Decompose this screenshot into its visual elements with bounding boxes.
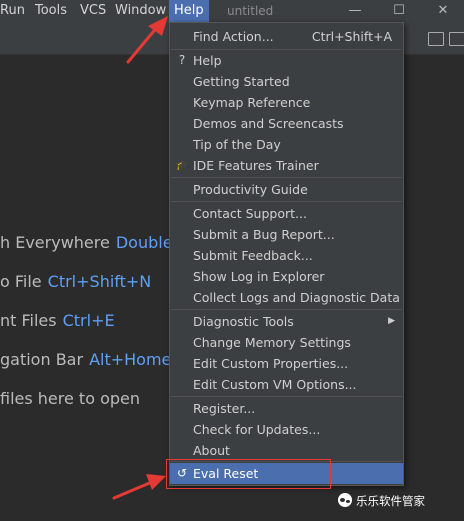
- menu-item-label: Productivity Guide: [193, 182, 308, 197]
- menu-item-label: Find Action...: [193, 29, 274, 44]
- question-icon: ?: [178, 53, 186, 67]
- maximize-button[interactable]: ☐: [389, 0, 409, 22]
- hint-label: o File: [0, 272, 42, 291]
- menu-item-label: Help: [193, 53, 222, 68]
- submenu-arrow-icon: ▶: [388, 316, 395, 326]
- menu-item-label: Check for Updates...: [193, 422, 321, 437]
- hint-label: nt Files: [0, 311, 57, 330]
- hint-search-everywhere: h Everywhere Double: [0, 233, 173, 252]
- menu-item-label: Contact Support...: [193, 206, 307, 221]
- menu-item-label: Change Memory Settings: [193, 335, 351, 350]
- menu-item-diagnostic-tools[interactable]: Diagnostic Tools ▶: [170, 311, 403, 332]
- menu-item-label: Submit a Bug Report...: [193, 227, 335, 242]
- minimize-button[interactable]: —: [345, 0, 365, 22]
- menu-item-show-log[interactable]: Show Log in Explorer: [170, 266, 403, 287]
- menu-item-find-action[interactable]: Find Action... Ctrl+Shift+A: [170, 26, 403, 47]
- annotation-highlight-box: [166, 459, 331, 489]
- watermark-text: 乐乐软件管家: [356, 494, 425, 508]
- menu-item-label: Register...: [193, 401, 256, 416]
- close-button[interactable]: ✕: [433, 0, 453, 22]
- menu-item-label: Tip of the Day: [193, 137, 281, 152]
- menu-item-help[interactable]: ? Help: [170, 50, 403, 71]
- menu-bar: Run Tools VCS Window Help untitled — ☐ ✕: [0, 0, 464, 22]
- menu-item-label: Edit Custom Properties...: [193, 356, 349, 371]
- menu-vcs[interactable]: VCS: [80, 0, 106, 22]
- menu-item-label: Show Log in Explorer: [193, 269, 325, 284]
- menu-item-register[interactable]: Register...: [170, 398, 403, 419]
- hint-recent-files: nt Files Ctrl+E: [0, 311, 115, 330]
- menu-item-label: About: [193, 443, 230, 458]
- menu-item-label: Demos and Screencasts: [193, 116, 344, 131]
- hint-shortcut: Double: [115, 233, 173, 252]
- menu-separator: [171, 177, 402, 178]
- menu-run[interactable]: Run: [0, 0, 25, 22]
- menu-item-contact-support[interactable]: Contact Support...: [170, 203, 403, 224]
- menu-item-getting-started[interactable]: Getting Started: [170, 71, 403, 92]
- menu-item-check-updates[interactable]: Check for Updates...: [170, 419, 403, 440]
- menu-item-label: Submit Feedback...: [193, 248, 313, 263]
- menu-item-edit-vm-options[interactable]: Edit Custom VM Options...: [170, 374, 403, 395]
- window-title: untitled: [227, 4, 274, 18]
- help-menu-dropdown: Find Action... Ctrl+Shift+A ? Help Getti…: [169, 22, 404, 486]
- hint-shortcut: Alt+Home: [89, 350, 172, 369]
- menu-item-keymap-reference[interactable]: Keymap Reference: [170, 92, 403, 113]
- menu-item-label: Keymap Reference: [193, 95, 311, 110]
- menu-item-collect-logs[interactable]: Collect Logs and Diagnostic Data: [170, 287, 403, 308]
- menu-separator: [171, 396, 402, 397]
- menu-item-edit-custom-properties[interactable]: Edit Custom Properties...: [170, 353, 403, 374]
- menu-separator: [171, 201, 402, 202]
- menu-item-shortcut: Ctrl+Shift+A: [311, 29, 392, 44]
- menu-item-features-trainer[interactable]: 🎓 IDE Features Trainer: [170, 155, 403, 176]
- hint-shortcut: Ctrl+E: [62, 311, 115, 330]
- hint-navigation-bar: gation Bar Alt+Home: [0, 350, 171, 369]
- menu-item-submit-feedback[interactable]: Submit Feedback...: [170, 245, 403, 266]
- menu-item-label: Diagnostic Tools: [193, 314, 294, 329]
- graduation-cap-icon: 🎓: [175, 160, 189, 171]
- menu-item-label: Edit Custom VM Options...: [193, 377, 357, 392]
- hint-shortcut: Ctrl+Shift+N: [47, 272, 152, 291]
- menu-item-productivity-guide[interactable]: Productivity Guide: [170, 179, 403, 200]
- search-icon[interactable]: [449, 32, 464, 46]
- hint-label: h Everywhere: [0, 233, 110, 252]
- hint-label: files here to open: [0, 389, 141, 408]
- menu-item-about[interactable]: About: [170, 440, 403, 461]
- menu-item-label: IDE Features Trainer: [193, 158, 319, 173]
- menu-item-submit-bug-report[interactable]: Submit a Bug Report...: [170, 224, 403, 245]
- arrow-to-eval-reset: [112, 474, 166, 500]
- menu-item-change-memory[interactable]: Change Memory Settings: [170, 332, 403, 353]
- menu-item-demos[interactable]: Demos and Screencasts: [170, 113, 403, 134]
- menu-item-label: Collect Logs and Diagnostic Data: [193, 290, 400, 305]
- menu-tools[interactable]: Tools: [35, 0, 67, 22]
- terminal-icon[interactable]: [428, 32, 444, 46]
- menu-item-tip-of-the-day[interactable]: Tip of the Day: [170, 134, 403, 155]
- hint-drop-files: files here to open: [0, 389, 140, 408]
- menu-separator: [171, 309, 402, 310]
- menu-window[interactable]: Window: [115, 0, 166, 22]
- hint-go-to-file: o File Ctrl+Shift+N: [0, 272, 151, 291]
- menu-item-label: Getting Started: [193, 74, 290, 89]
- menu-help[interactable]: Help: [169, 0, 209, 22]
- wechat-logo-icon: [338, 493, 352, 507]
- hint-label: gation Bar: [0, 350, 84, 369]
